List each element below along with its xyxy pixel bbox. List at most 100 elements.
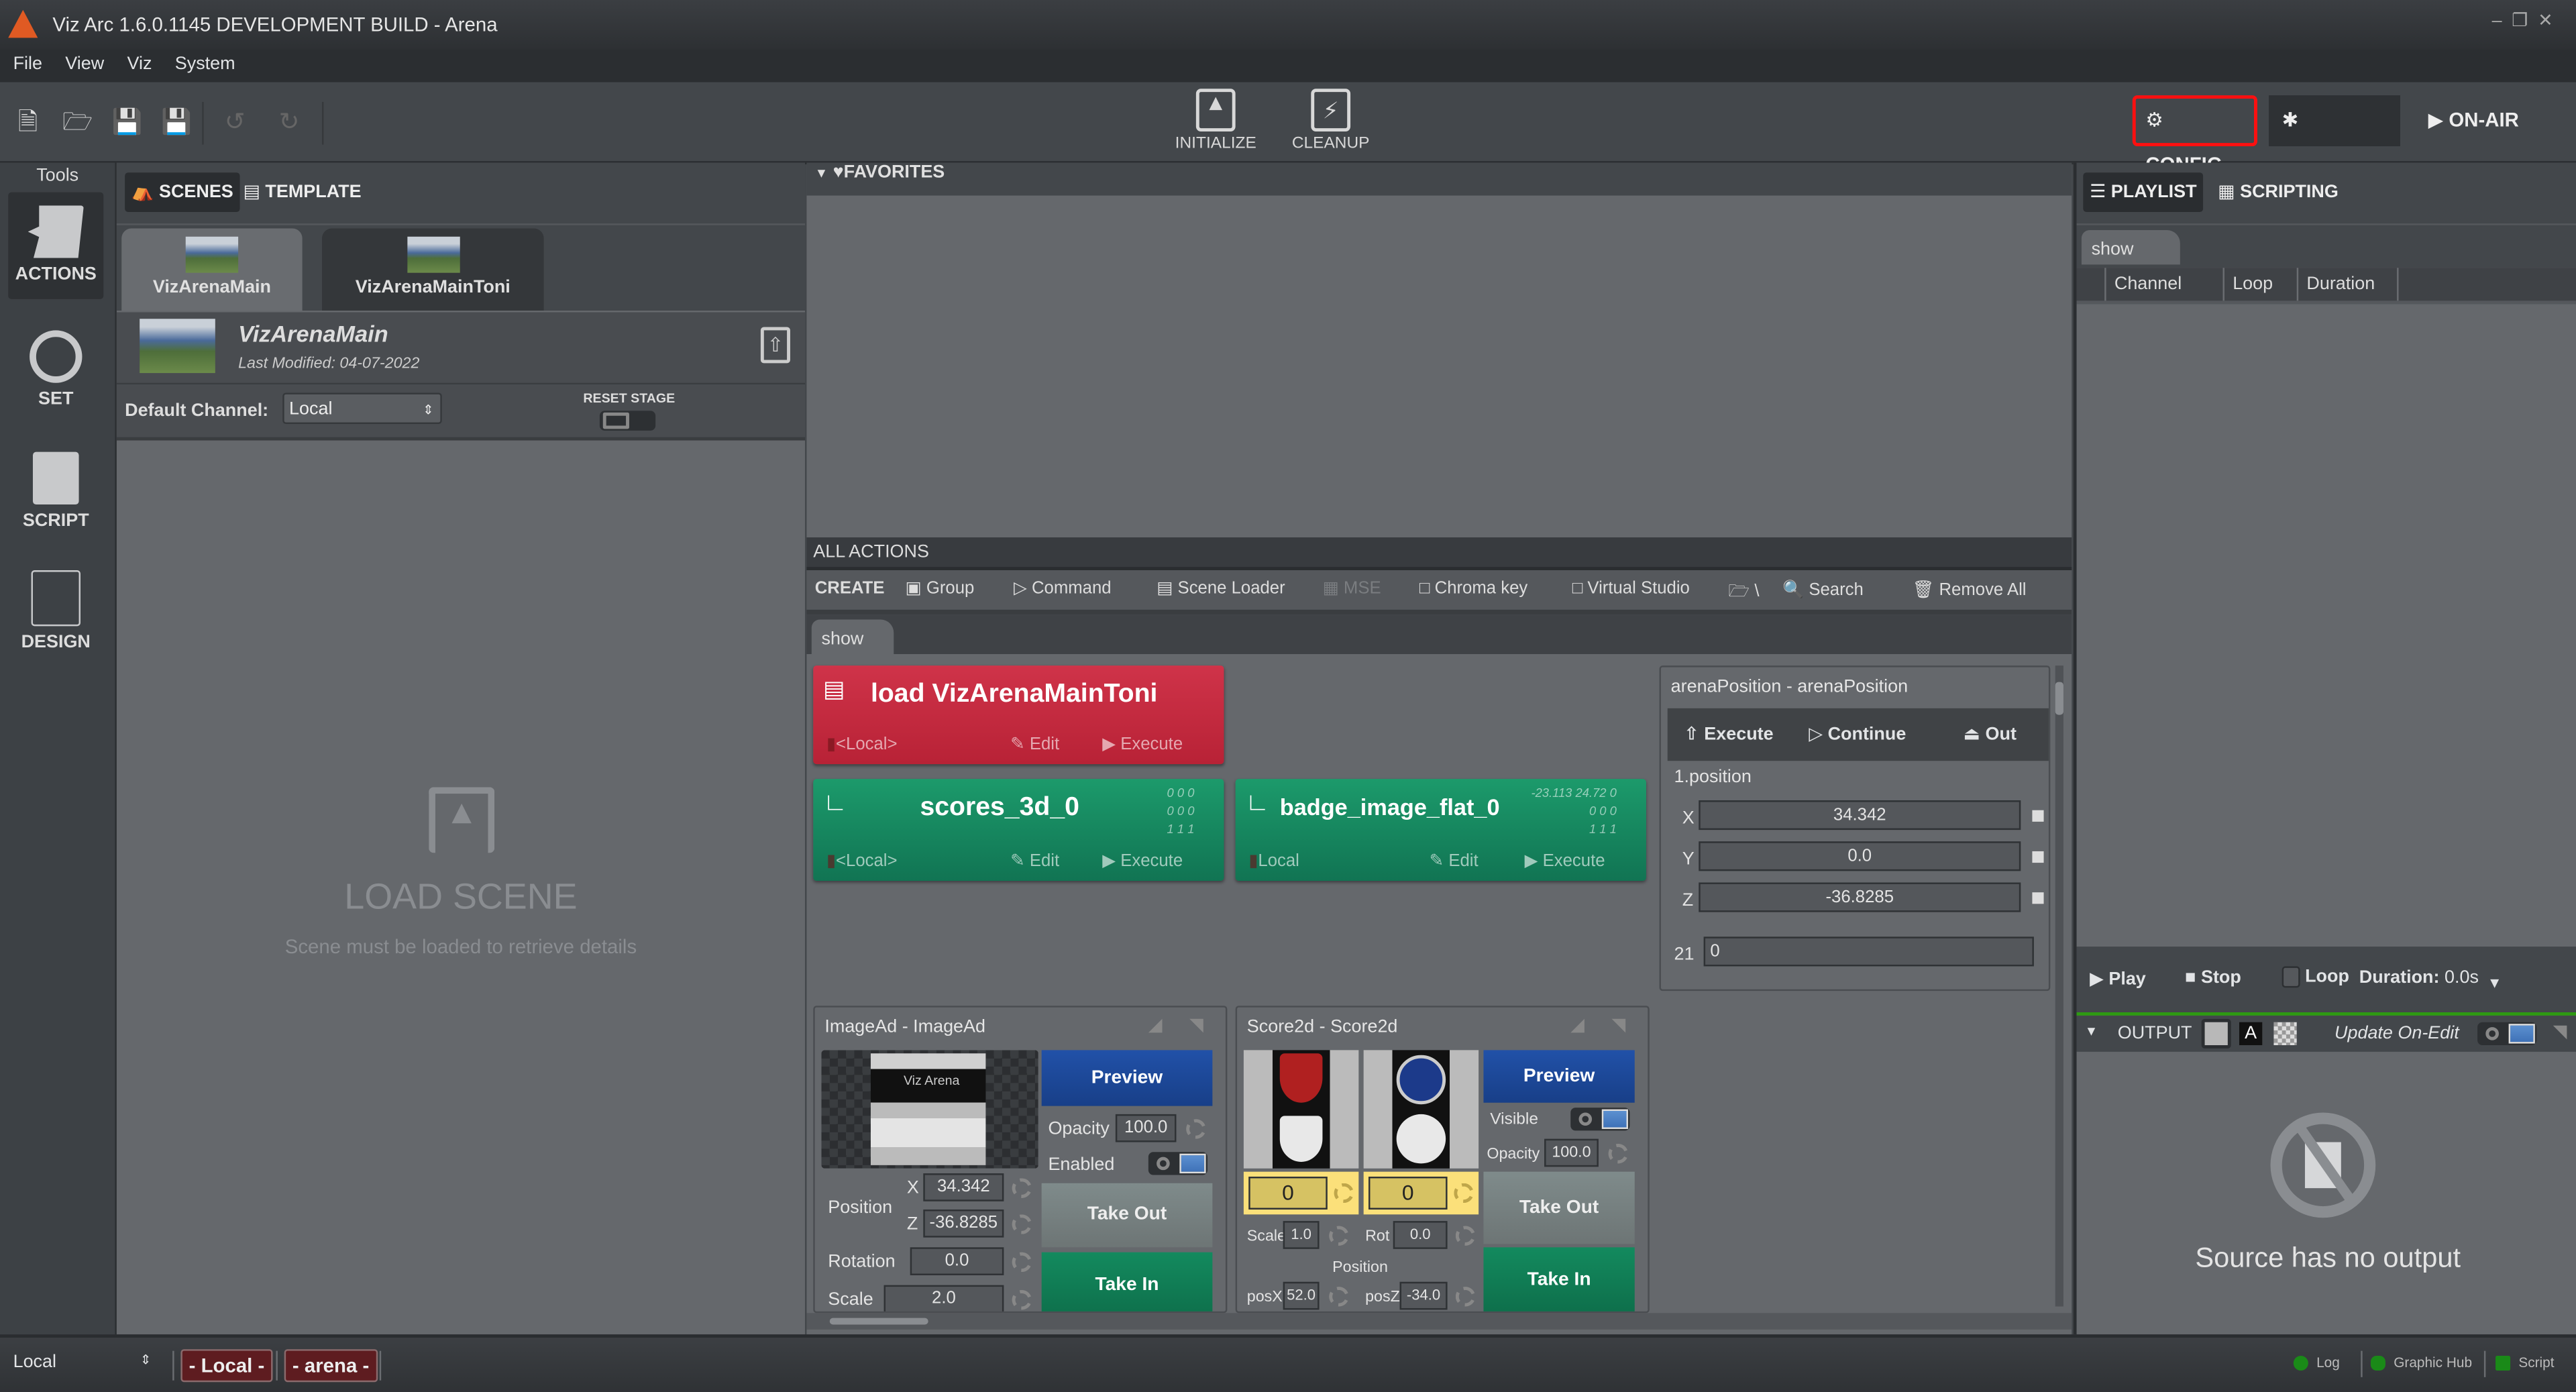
visible-toggle[interactable]	[1570, 1108, 1630, 1131]
vertical-scrollbar[interactable]	[2055, 665, 2063, 1307]
loop-checkbox[interactable]: Loop	[2282, 966, 2349, 988]
output-mode-key-button[interactable]: A	[2239, 1022, 2263, 1046]
position-x-field[interactable]: 34.342	[1699, 800, 2021, 831]
keyframe-checkbox[interactable]	[2032, 851, 2044, 863]
keyframe-checkbox[interactable]	[2032, 810, 2044, 822]
field-21-input[interactable]: 0	[1703, 936, 2034, 967]
menu-system[interactable]: System	[175, 54, 235, 74]
collapse-panel-icon[interactable]: ◢	[1570, 1014, 1585, 1035]
create-scene-loader-button[interactable]: ▤ Scene Loader	[1157, 578, 1285, 598]
tab-scenes[interactable]: ⛺ SCENES	[125, 172, 240, 213]
update-on-edit-toggle[interactable]	[2477, 1022, 2537, 1046]
favorites-header[interactable]: ▼ ♥FAVORITES	[806, 162, 2072, 196]
execute-button[interactable]: ▶ Execute	[1102, 735, 1183, 754]
output-mode-fill-button[interactable]	[2201, 1018, 2231, 1049]
open-folder-icon[interactable]: 🗁	[62, 109, 93, 138]
continue-button[interactable]: ▷ Continue	[1809, 723, 1906, 744]
output-mode-alpha-button[interactable]	[2273, 1022, 2297, 1046]
reset-icon[interactable]	[1012, 1178, 1032, 1198]
tab-show[interactable]: show	[2081, 229, 2180, 265]
image-thumbnail[interactable]: Viz Arena	[821, 1050, 1038, 1169]
preview-button[interactable]: Preview	[1041, 1050, 1213, 1106]
builder-button[interactable]: ✱ BUILDER	[2269, 95, 2400, 182]
position-z-field[interactable]: -36.8285	[1699, 882, 2021, 912]
create-virtual-studio-button[interactable]: □ Virtual Studio	[1572, 578, 1690, 598]
initialize-button[interactable]: INITIALIZE	[1175, 89, 1256, 153]
execute-button[interactable]: ▶ Execute	[1102, 851, 1183, 871]
take-out-button[interactable]: Take Out	[1483, 1171, 1635, 1244]
menu-view[interactable]: View	[65, 54, 104, 74]
save-as-icon[interactable]: 💾	[161, 109, 192, 138]
execute-button[interactable]: ⇧ Execute	[1684, 723, 1773, 744]
home-team-badge[interactable]	[1243, 1050, 1359, 1169]
enabled-toggle[interactable]	[1148, 1152, 1208, 1175]
rotation-field[interactable]: 0.0	[910, 1247, 1004, 1275]
posx-field[interactable]: 52.0	[1283, 1281, 1320, 1310]
edit-button[interactable]: ✎ Edit	[1010, 735, 1059, 754]
action-card-scores-3d-0[interactable]: ∟ scores_3d_0 0 0 0 0 0 0 1 1 1 ▮<Local> ✎…	[813, 779, 1224, 881]
new-file-icon[interactable]: 🗎	[13, 109, 43, 138]
posz-field[interactable]: -34.0	[1399, 1281, 1448, 1310]
preview-button[interactable]: Preview	[1483, 1050, 1635, 1103]
collapse-icon[interactable]: ▼	[2085, 1024, 2098, 1038]
restore-icon[interactable]: ❐	[2512, 11, 2538, 31]
stop-button[interactable]: ■ Stop	[2185, 968, 2241, 987]
on-air-button[interactable]: ▶ ON-AIR	[2415, 95, 2532, 146]
action-card-load-vizarenamaintoni[interactable]: ▤ load VizArenaMainToni ▮<Local> ✎ Edit …	[813, 665, 1224, 765]
create-more-button[interactable]: 🗁 \	[1728, 578, 1759, 608]
create-group-button[interactable]: ▣ Group	[905, 578, 974, 598]
scene-tab-vizarenamain[interactable]: VizArenaMain	[121, 228, 303, 311]
reset-icon[interactable]	[1186, 1119, 1206, 1139]
reset-icon[interactable]	[1329, 1226, 1349, 1246]
reset-icon[interactable]	[1012, 1252, 1032, 1273]
close-icon[interactable]: ✕	[2538, 11, 2563, 31]
tab-playlist[interactable]: ☰ PLAYLIST	[2083, 172, 2204, 213]
position-x-field[interactable]: 34.342	[923, 1173, 1004, 1201]
position-z-field[interactable]: -36.8285	[923, 1209, 1004, 1238]
menu-file[interactable]: File	[13, 54, 42, 74]
collapse-panel-icon[interactable]: ◢	[1148, 1014, 1163, 1035]
column-duration[interactable]: Duration	[2296, 268, 2397, 301]
out-button[interactable]: ⏏ Out	[1964, 723, 2017, 744]
expand-panel-icon[interactable]: ◥	[2553, 1020, 2567, 1042]
opacity-field[interactable]: 100.0	[1544, 1138, 1599, 1167]
log-button[interactable]: Log	[2293, 1354, 2340, 1371]
reset-icon[interactable]	[1454, 1183, 1474, 1203]
graphic-hub-button[interactable]: Graphic Hub	[2370, 1354, 2472, 1371]
tool-design[interactable]: DESIGN	[8, 557, 103, 663]
reset-icon[interactable]	[1455, 1226, 1476, 1246]
cleanup-button[interactable]: ⚡ CLEANUP	[1289, 89, 1371, 153]
load-scene-icon[interactable]: ⇧	[760, 327, 790, 364]
tool-set[interactable]: SET	[8, 317, 103, 424]
take-out-button[interactable]: Take Out	[1041, 1183, 1213, 1248]
reset-icon[interactable]	[1329, 1287, 1349, 1307]
minimize-icon[interactable]: –	[2492, 11, 2512, 31]
column-loop[interactable]: Loop	[2222, 268, 2296, 301]
redo-icon[interactable]: ↻	[274, 109, 304, 138]
duration-dropdown-icon[interactable]: ▼	[2487, 975, 2502, 991]
script-button[interactable]: Script	[2496, 1354, 2555, 1371]
reset-icon[interactable]	[1012, 1214, 1032, 1234]
position-y-field[interactable]: 0.0	[1699, 841, 2021, 871]
column-channel[interactable]: Channel	[2104, 268, 2222, 301]
play-button[interactable]: ▶ Play	[2090, 968, 2146, 989]
expand-panel-icon[interactable]: ◥	[1611, 1014, 1625, 1035]
tab-scripting[interactable]: ▦ SCRIPTING	[2211, 172, 2345, 212]
edit-button[interactable]: ✎ Edit	[1430, 851, 1479, 871]
create-command-button[interactable]: ▷ Command	[1014, 578, 1112, 598]
tab-template[interactable]: ▤ TEMPLATE	[237, 172, 368, 212]
action-card-badge-image-flat-0[interactable]: ∟ badge_image_flat_0 -23.113 24.72 0 0 0 …	[1235, 779, 1646, 881]
remove-all-button[interactable]: 🗑 Remove All	[1913, 578, 2027, 600]
home-score-field[interactable]: 0	[1248, 1176, 1328, 1210]
rot-field[interactable]: 0.0	[1393, 1221, 1448, 1249]
away-team-badge[interactable]	[1363, 1050, 1479, 1169]
scale-field[interactable]: 2.0	[883, 1285, 1004, 1311]
create-mse-button[interactable]: ▦ MSE	[1322, 578, 1381, 598]
edit-button[interactable]: ✎ Edit	[1010, 851, 1059, 871]
reset-icon[interactable]	[1334, 1183, 1354, 1203]
channel-chip-arena[interactable]: - arena -	[284, 1349, 378, 1383]
config-button[interactable]: ⚙ CONFIG	[2132, 95, 2257, 176]
save-icon[interactable]: 💾	[112, 109, 143, 138]
away-score-field[interactable]: 0	[1368, 1176, 1448, 1210]
horizontal-scrollbar[interactable]	[806, 1313, 2072, 1330]
